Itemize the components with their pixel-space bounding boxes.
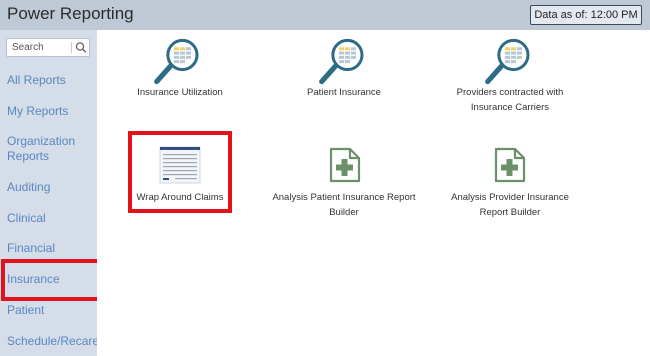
sidebar-item-my-reports[interactable]: My Reports (7, 104, 95, 119)
page-title: Power Reporting (7, 4, 134, 23)
report-tile-providers-contracted[interactable] (484, 37, 536, 90)
report-tile-analysis-provider-insurance[interactable] (493, 146, 527, 189)
search-button[interactable] (73, 40, 89, 55)
sidebar-item-auditing[interactable]: Auditing (7, 180, 95, 195)
sidebar-item-schedule-recare[interactable]: Schedule/Recare (7, 334, 99, 349)
report-tile-analysis-patient-insurance[interactable] (328, 146, 362, 189)
report-builder-plus-icon (493, 146, 527, 184)
sidebar-item-organization-reports[interactable]: Organization Reports (7, 134, 85, 164)
magnifier-report-icon (318, 37, 370, 85)
sidebar-item-patient[interactable]: Patient (7, 303, 95, 318)
report-label-patient-insurance[interactable]: Patient Insurance (284, 85, 404, 100)
report-label-providers-contracted[interactable]: Providers contracted with Insurance Carr… (450, 85, 570, 115)
report-builder-plus-icon (328, 146, 362, 184)
selected-report-highlight (128, 131, 232, 213)
data-as-of-badge: Data as of: 12:00 PM (530, 5, 642, 25)
sidebar-item-financial[interactable]: Financial (7, 241, 95, 256)
search-input[interactable] (7, 39, 71, 56)
search-divider (71, 42, 72, 53)
sidebar-item-clinical[interactable]: Clinical (7, 211, 95, 226)
search-icon (75, 42, 87, 53)
search-box (6, 38, 90, 57)
magnifier-report-icon (153, 37, 205, 85)
sidebar-item-all-reports[interactable]: All Reports (7, 73, 95, 88)
report-label-analysis-patient-insurance[interactable]: Analysis Patient Insurance Report Builde… (258, 190, 430, 220)
report-label-analysis-provider-insurance[interactable]: Analysis Provider Insurance Report Build… (440, 190, 580, 220)
report-tile-patient-insurance[interactable] (318, 37, 370, 90)
app-header: Power Reporting Data as of: 12:00 PM (0, 0, 650, 30)
sidebar: All Reports My Reports Organization Repo… (0, 30, 99, 356)
selected-nav-highlight (1, 259, 102, 301)
report-label-insurance-utilization[interactable]: Insurance Utilization (120, 85, 240, 100)
magnifier-report-icon (484, 37, 536, 85)
report-tile-insurance-utilization[interactable] (153, 37, 205, 90)
